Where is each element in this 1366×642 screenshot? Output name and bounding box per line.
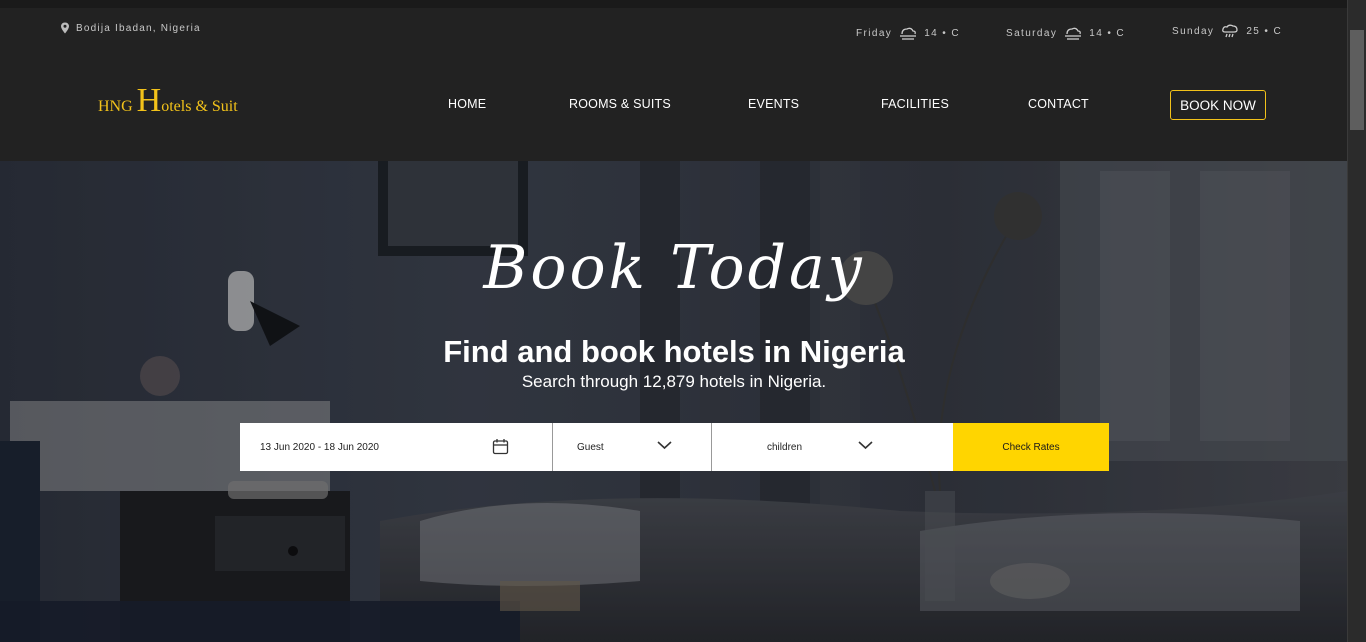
page: Bodija Ibadan, Nigeria Friday 14 • C Sat…: [0, 0, 1366, 642]
weather-sunday: Sunday 25 • C: [1172, 23, 1282, 39]
cloud-fog-icon: [900, 27, 917, 40]
weather-temp: 14 • C: [1089, 27, 1126, 39]
children-select-value: children: [767, 441, 803, 453]
date-range-field[interactable]: 13 Jun 2020 - 18 Jun 2020: [240, 423, 553, 471]
check-rates-button[interactable]: Check Rates: [953, 423, 1109, 471]
guest-select-value: Guest: [577, 441, 604, 453]
chevron-down-icon: [657, 441, 672, 450]
nav-contact[interactable]: CONTACT: [1028, 97, 1089, 111]
site-header: Bodija Ibadan, Nigeria Friday 14 • C Sat…: [0, 8, 1348, 161]
weather-friday: Friday 14 • C: [856, 25, 960, 41]
weather-temp: 25 • C: [1246, 25, 1283, 37]
scrollbar-thumb[interactable]: [1350, 30, 1364, 130]
site-logo[interactable]: HNG H otels & Suit: [98, 84, 238, 118]
hero-section: Book Today Find and book hotels in Niger…: [0, 161, 1348, 642]
weather-saturday: Saturday 14 • C: [1006, 25, 1125, 41]
nav-home[interactable]: HOME: [448, 97, 486, 111]
nav-rooms-suits[interactable]: ROOMS & SUITS: [569, 97, 671, 111]
children-select[interactable]: children: [712, 423, 953, 471]
chevron-down-icon: [858, 441, 873, 450]
date-range-value: 13 Jun 2020 - 18 Jun 2020: [260, 441, 379, 453]
book-now-button[interactable]: BOOK NOW: [1170, 90, 1266, 120]
logo-text-h: H: [136, 82, 162, 119]
nav-events[interactable]: EVENTS: [748, 97, 799, 111]
hero-subtitle: Search through 12,879 hotels in Nigeria.: [521, 372, 827, 391]
page-scrollbar[interactable]: [1347, 0, 1366, 642]
logo-text-otels: otels & Suit: [161, 98, 238, 115]
cloud-fog-icon: [1065, 27, 1082, 40]
weather-day: Saturday: [1006, 27, 1058, 39]
weather-temp: 14 • C: [924, 27, 960, 39]
logo-text-hng: HNG: [98, 98, 133, 115]
weather-day: Friday: [856, 27, 893, 39]
calendar-icon[interactable]: [492, 438, 509, 455]
weather-day: Sunday: [1172, 25, 1215, 37]
location-info: Bodija Ibadan, Nigeria: [60, 22, 201, 34]
booking-search-bar: 13 Jun 2020 - 18 Jun 2020 Guest children: [240, 423, 1109, 471]
hero-script-title: Book Today: [483, 233, 865, 303]
cloud-rain-icon: [1222, 24, 1238, 38]
guest-select[interactable]: Guest: [553, 423, 712, 471]
nav-facilities[interactable]: FACILITIES: [881, 97, 949, 111]
location-text: Bodija Ibadan, Nigeria: [76, 22, 201, 34]
map-pin-icon: [61, 22, 69, 34]
hero-title: Find and book hotels in Nigeria: [443, 334, 905, 369]
